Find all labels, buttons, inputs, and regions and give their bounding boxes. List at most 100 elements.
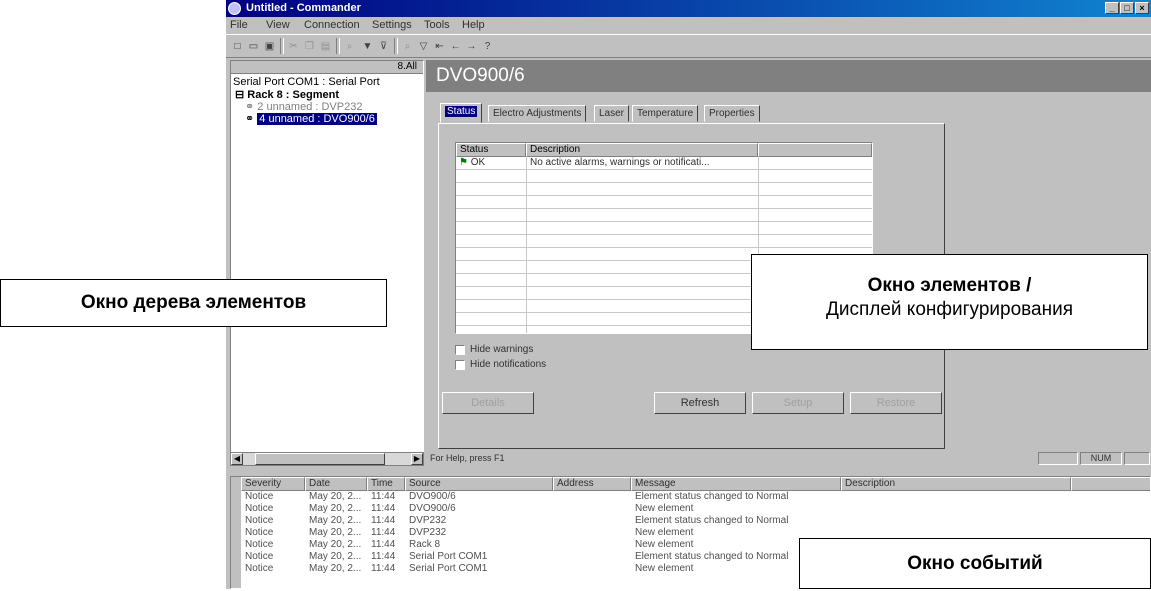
message-cell: Element status changed to Normal — [635, 551, 789, 562]
tree-node-label: 4 unnamed : DVO900/6 — [257, 113, 377, 125]
pane-grip[interactable] — [231, 477, 241, 588]
scroll-right-arrow-icon[interactable]: ▶ — [411, 453, 423, 465]
scroll-thumb[interactable] — [255, 453, 385, 465]
funnel-icon[interactable]: ▽ — [416, 39, 431, 53]
restore-button[interactable]: Restore — [850, 392, 942, 414]
prev-icon[interactable]: ← — [448, 39, 463, 53]
table-row — [456, 222, 872, 235]
date-cell: May 20, 2... — [309, 563, 362, 574]
severity-cell: Notice — [245, 491, 274, 502]
tab-electro-adjustments[interactable]: Electro Adjustments — [488, 105, 587, 122]
tree-horizontal-scrollbar[interactable]: ◀ ▶ — [230, 452, 424, 466]
tab-laser[interactable]: Laser — [594, 105, 630, 122]
column-header-empty[interactable] — [1071, 477, 1150, 491]
scroll-left-arrow-icon[interactable]: ◀ — [231, 453, 243, 465]
refresh-button[interactable]: Refresh — [654, 392, 746, 414]
column-header-date[interactable]: Date — [305, 477, 367, 491]
hide-warnings-checkbox[interactable]: Hide warnings — [455, 344, 533, 355]
menu-view[interactable]: View — [266, 19, 290, 31]
checkbox-box[interactable] — [455, 344, 465, 355]
status-pane-empty — [1038, 452, 1078, 465]
tab-temperature[interactable]: Temperature — [632, 105, 699, 122]
copy-icon[interactable]: ❐ — [302, 39, 317, 53]
tab-label: Status — [445, 106, 478, 117]
menu-connection[interactable]: Connection — [304, 19, 360, 31]
callout-tree-window: Окно дерева элементов — [0, 279, 387, 327]
open-folder-icon[interactable]: ▭ — [246, 39, 261, 53]
tab-status[interactable]: Status — [440, 103, 483, 123]
table-row — [456, 196, 872, 209]
close-button[interactable]: × — [1135, 2, 1149, 14]
status-text: OK — [470, 157, 486, 168]
severity-cell: Notice — [245, 515, 274, 526]
column-header-source[interactable]: Source — [405, 477, 553, 491]
toolbar-separator — [336, 38, 340, 54]
time-cell: 11:44 — [371, 503, 396, 514]
message-cell: New element — [635, 527, 694, 538]
minimize-button[interactable]: _ — [1105, 2, 1119, 14]
table-row[interactable]: Notice May 20, 2... 11:44 DVP232 Element sta… — [241, 515, 1141, 527]
paste-icon[interactable]: ▤ — [318, 39, 333, 53]
column-header-address[interactable]: Address — [553, 477, 631, 491]
menu-help[interactable]: Help — [462, 19, 485, 31]
filter-edit-icon[interactable]: ⊽ — [376, 39, 391, 53]
save-icon[interactable]: ▣ — [262, 39, 277, 53]
num-lock-indicator: NUM — [1080, 452, 1122, 465]
new-file-icon[interactable]: □ — [230, 39, 245, 53]
severity-cell: Notice — [245, 503, 274, 514]
menu-file[interactable]: File — [230, 19, 248, 31]
column-header-empty[interactable] — [758, 143, 872, 157]
table-row — [456, 170, 872, 183]
filter-icon[interactable]: ▼ — [360, 39, 375, 53]
checkbox-label: Hide notifications — [470, 359, 547, 370]
table-row[interactable]: ⚑ OK No active alarms, warnings or notif… — [456, 157, 872, 170]
maximize-button[interactable]: □ — [1120, 2, 1134, 14]
title-bar[interactable]: Untitled - Commander _ □ × — [226, 0, 1151, 17]
message-cell: Element status changed to Normal — [635, 491, 789, 502]
menu-settings[interactable]: Settings — [372, 19, 412, 31]
callout-elements-window: Окно элементов / Дисплей конфигурировани… — [751, 254, 1148, 350]
table-row[interactable]: Notice May 20, 2... 11:44 DVO900/6 New eleme… — [241, 503, 1141, 515]
help-icon[interactable]: ? — [480, 39, 495, 53]
menu-tools[interactable]: Tools — [424, 19, 450, 31]
source-cell: Serial Port COM1 — [409, 563, 488, 574]
table-row — [456, 209, 872, 222]
app-icon — [228, 2, 241, 15]
find-icon[interactable]: ⌕ — [342, 39, 357, 53]
column-header-severity[interactable]: Severity — [241, 477, 305, 491]
zoom-icon[interactable]: ⌕ — [400, 39, 415, 53]
column-header-status[interactable]: Status — [456, 143, 526, 157]
date-cell: May 20, 2... — [309, 551, 362, 562]
tree-node-dvo900[interactable]: ⚭ 4 unnamed : DVO900/6 — [245, 112, 377, 125]
table-row[interactable]: Notice May 20, 2... 11:44 DVO900/6 Element s… — [241, 491, 1141, 503]
time-cell: 11:44 — [371, 563, 396, 574]
severity-cell: Notice — [245, 551, 274, 562]
details-button[interactable]: Details — [442, 392, 534, 414]
callout-elements-subtitle: Дисплей конфигурирования — [825, 299, 1074, 320]
message-cell: New element — [635, 503, 694, 514]
element-tree-pane[interactable]: 8.All Serial Port COM1 : Serial Port ⊟ R… — [230, 60, 424, 464]
toolbar-separator — [394, 38, 398, 54]
tree-node-serial-port[interactable]: Serial Port COM1 : Serial Port — [233, 76, 380, 88]
first-icon[interactable]: ⇤ — [432, 39, 447, 53]
message-cell: New element — [635, 539, 694, 550]
source-cell: Rack 8 — [409, 539, 441, 550]
message-cell: Element status changed to Normal — [635, 515, 789, 526]
cut-icon[interactable]: ✂ — [286, 39, 301, 53]
checkbox-box[interactable] — [455, 359, 465, 370]
hide-notifications-checkbox[interactable]: Hide notifications — [455, 359, 546, 370]
time-cell: 11:44 — [371, 539, 396, 550]
callout-events-text: Окно событий — [907, 553, 1043, 574]
date-cell: May 20, 2... — [309, 515, 362, 526]
column-header-description[interactable]: Description — [526, 143, 758, 157]
column-header-message[interactable]: Message — [631, 477, 841, 491]
date-cell: May 20, 2... — [309, 503, 362, 514]
table-row — [456, 183, 872, 196]
table-row — [456, 235, 872, 248]
setup-button[interactable]: Setup — [752, 392, 844, 414]
tab-properties[interactable]: Properties — [704, 105, 760, 122]
next-icon[interactable]: → — [464, 39, 479, 53]
column-header-time[interactable]: Time — [367, 477, 405, 491]
element-title: DVO900/6 — [426, 60, 1151, 92]
column-header-description[interactable]: Description — [841, 477, 1071, 491]
